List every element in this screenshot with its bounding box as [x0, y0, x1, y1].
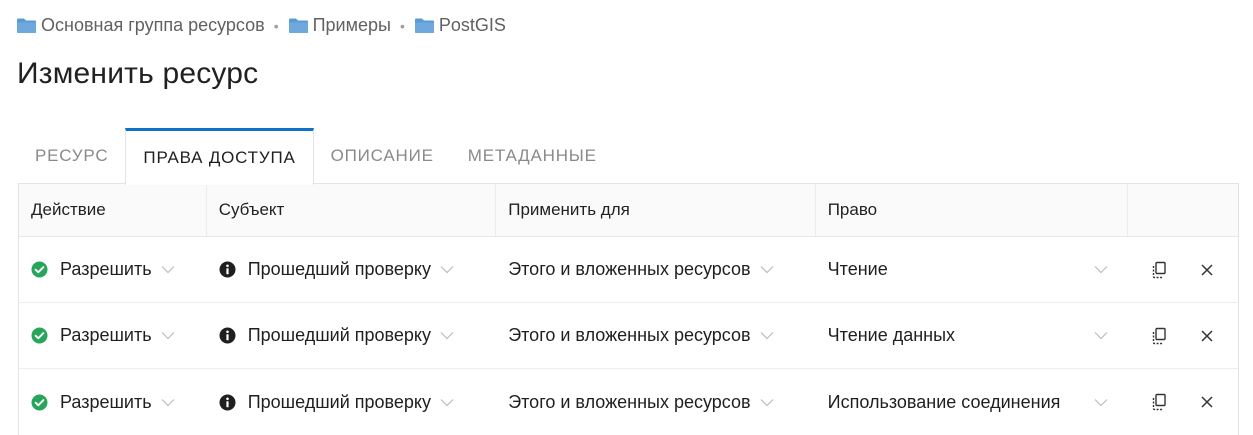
delete-button[interactable] — [1197, 392, 1217, 412]
table-row: Разрешить Прошедший проверку Этого и вло… — [19, 303, 1238, 369]
check-circle-icon — [31, 261, 48, 278]
copy-icon — [1152, 261, 1166, 278]
action-cell: Разрешить — [19, 369, 207, 435]
duplicate-button[interactable] — [1150, 260, 1170, 280]
subject-value: Прошедший проверку — [247, 259, 431, 279]
apply-to-cell: Этого и вложенных ресурсов — [496, 237, 815, 302]
row-tools — [1128, 303, 1238, 368]
apply-to-select[interactable]: Этого и вложенных ресурсов — [508, 325, 774, 346]
permission-cell: Использование соединения — [816, 369, 1128, 435]
chevron-down-icon — [760, 266, 774, 274]
subject-cell: Прошедший проверку — [207, 303, 497, 368]
duplicate-button[interactable] — [1150, 392, 1170, 412]
tab-permissions[interactable]: Права доступа — [125, 128, 314, 185]
breadcrumb-item[interactable]: PostGIS — [414, 15, 506, 36]
info-circle-icon — [219, 261, 236, 278]
row-tools — [1128, 369, 1238, 435]
subject-cell: Прошедший проверку — [207, 237, 497, 302]
action-select[interactable]: Разрешить — [31, 392, 175, 413]
apply-to-value: Этого и вложенных ресурсов — [508, 391, 751, 412]
chevron-down-icon — [1094, 266, 1108, 274]
action-select[interactable]: Разрешить — [31, 325, 175, 346]
action-cell: Разрешить — [19, 237, 207, 302]
folder-icon — [288, 18, 308, 33]
column-header-permission: Право — [816, 184, 1129, 236]
permission-select[interactable]: Чтение — [828, 259, 1108, 280]
chevron-down-icon — [1094, 332, 1108, 340]
chevron-down-icon — [440, 332, 454, 340]
info-circle-icon — [219, 394, 236, 410]
close-icon — [1201, 263, 1213, 276]
breadcrumb-separator: • — [273, 17, 279, 34]
breadcrumb-label: Примеры — [312, 15, 391, 35]
breadcrumb-item[interactable]: Основная группа ресурсов — [16, 15, 265, 36]
action-value: Разрешить — [60, 325, 152, 345]
breadcrumb-item[interactable]: Примеры — [288, 15, 391, 36]
close-icon — [1201, 329, 1213, 342]
folder-icon — [17, 18, 36, 33]
permission-value: Использование соединения — [827, 391, 1061, 412]
info-circle-icon — [219, 327, 236, 344]
check-circle-icon — [31, 327, 48, 344]
breadcrumb: Основная группа ресурсов • Примеры • Pos… — [16, 15, 506, 36]
apply-to-select[interactable]: Этого и вложенных ресурсов — [508, 259, 774, 280]
action-cell: Разрешить — [19, 303, 207, 368]
chevron-down-icon — [760, 332, 774, 340]
table-header: Действие Субъект Применить для Право — [19, 184, 1238, 237]
permission-select[interactable]: Использование соединения — [828, 392, 1108, 413]
breadcrumb-label: PostGIS — [438, 15, 506, 35]
column-header-tools — [1128, 184, 1238, 236]
chevron-down-icon — [161, 398, 175, 406]
apply-to-value: Этого и вложенных ресурсов — [508, 325, 751, 345]
page-title: Изменить ресурс — [17, 57, 259, 90]
chevron-down-icon — [1094, 398, 1108, 406]
permission-value: Чтение — [827, 259, 888, 279]
folder-icon — [414, 18, 434, 33]
copy-icon — [1152, 393, 1166, 411]
action-select[interactable]: Разрешить — [31, 259, 175, 280]
row-tools — [1128, 237, 1238, 302]
chevron-down-icon — [440, 398, 454, 406]
tab-bar: Ресурс Права доступа Описание Метаданные — [18, 128, 614, 185]
breadcrumb-separator: • — [399, 17, 405, 34]
chevron-down-icon — [760, 398, 774, 406]
chevron-down-icon — [161, 266, 175, 274]
tab-metadata[interactable]: Метаданные — [451, 128, 614, 184]
subject-select[interactable]: Прошедший проверку — [219, 325, 454, 346]
permission-value: Чтение данных — [827, 325, 956, 345]
column-header-apply-to: Применить для — [496, 184, 816, 236]
delete-button[interactable] — [1197, 326, 1217, 346]
column-header-subject: Субъект — [207, 184, 497, 236]
close-icon — [1201, 396, 1213, 408]
permission-cell: Чтение данных — [816, 303, 1128, 368]
duplicate-button[interactable] — [1150, 326, 1170, 346]
permission-cell: Чтение — [816, 237, 1128, 302]
chevron-down-icon — [161, 332, 175, 340]
breadcrumb-label: Основная группа ресурсов — [41, 15, 265, 35]
permission-select[interactable]: Чтение данных — [828, 325, 1108, 346]
delete-button[interactable] — [1197, 260, 1217, 280]
subject-value: Прошедший проверку — [247, 391, 431, 412]
subject-cell: Прошедший проверку — [207, 369, 497, 435]
chevron-down-icon — [440, 266, 454, 274]
check-circle-icon — [31, 394, 48, 410]
action-value: Разрешить — [60, 259, 152, 279]
subject-select[interactable]: Прошедший проверку — [219, 392, 454, 413]
column-header-action: Действие — [19, 184, 207, 236]
tab-resource[interactable]: Ресурс — [18, 128, 125, 184]
apply-to-cell: Этого и вложенных ресурсов — [496, 369, 815, 435]
subject-select[interactable]: Прошедший проверку — [219, 259, 454, 280]
subject-value: Прошедший проверку — [247, 325, 431, 345]
apply-to-select[interactable]: Этого и вложенных ресурсов — [508, 391, 774, 413]
table-row: Разрешить Прошедший проверку Этого и вло… — [19, 237, 1238, 303]
action-value: Разрешить — [60, 391, 152, 412]
copy-icon — [1152, 327, 1166, 344]
apply-to-cell: Этого и вложенных ресурсов — [496, 303, 815, 368]
table-row: Разрешить Прошедший проверку Этого и вло… — [19, 369, 1238, 435]
permissions-table: Действие Субъект Применить для Право Раз… — [18, 183, 1239, 435]
apply-to-value: Этого и вложенных ресурсов — [508, 259, 751, 279]
tab-description[interactable]: Описание — [314, 128, 451, 184]
